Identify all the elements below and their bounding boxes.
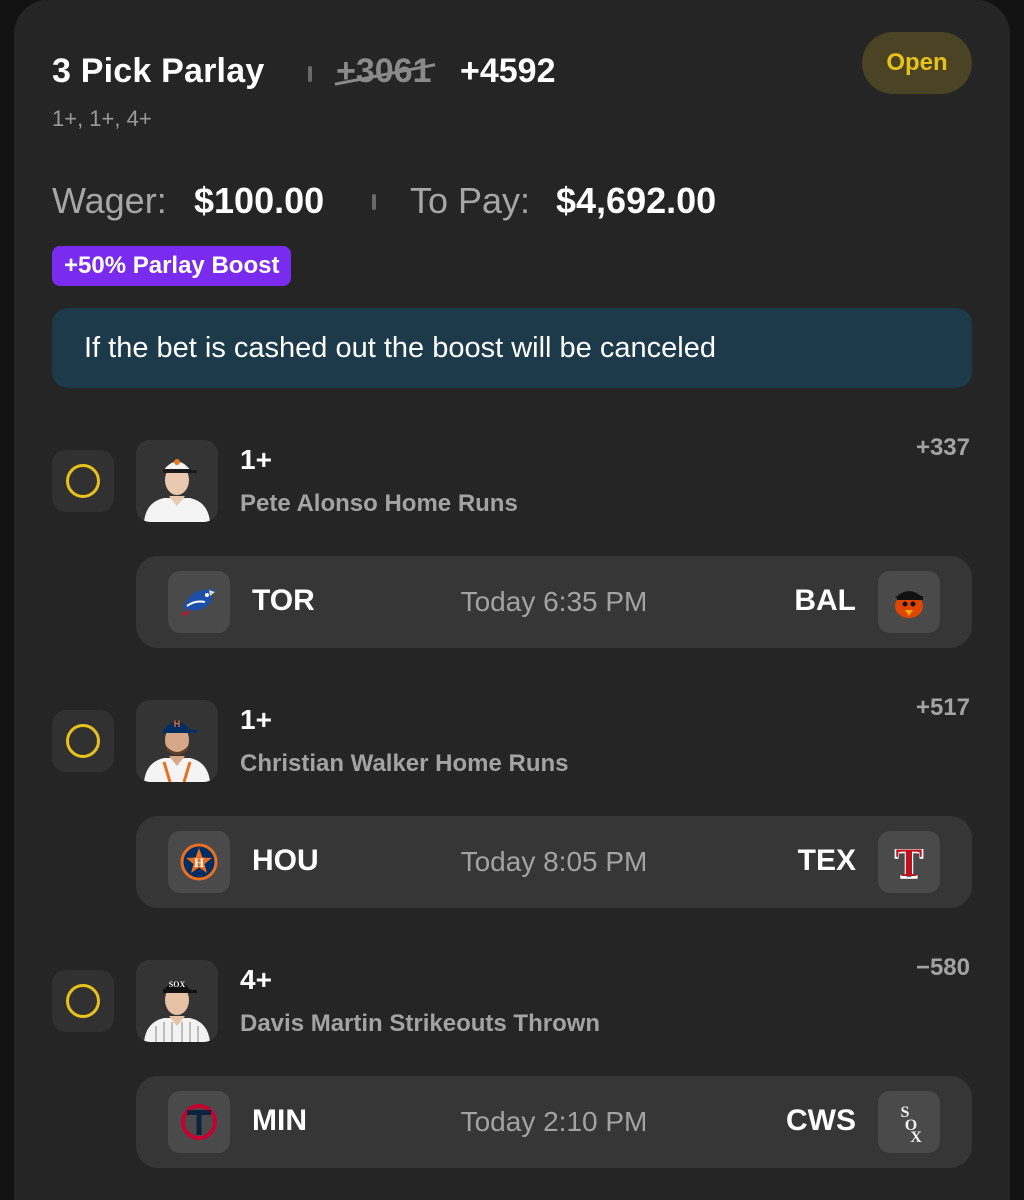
leg-line: 1+ [240, 444, 272, 475]
payout-amount: $4,692.00 [556, 180, 717, 221]
leg-odds: +517 [915, 694, 970, 721]
pending-status-icon [66, 464, 100, 498]
rangers-logo-icon: T T [878, 831, 940, 893]
cashout-notice: If the bet is cashed out the boost will … [52, 308, 972, 388]
status-badge: Open [862, 32, 972, 94]
title-divider [308, 66, 312, 82]
game-row[interactable]: H HOU Today 8:05 PM TEX T T [136, 816, 972, 908]
payout-label: To Pay: [410, 180, 531, 221]
home-team: BAL [794, 584, 856, 617]
parlay-leg[interactable]: 1+ Pete Alonso Home Runs +337 TOR Today … [14, 434, 1010, 670]
wager-amount: $100.00 [194, 180, 325, 221]
parlay-title: 3 Pick Parlay [52, 52, 265, 90]
svg-text:SOX: SOX [169, 980, 186, 989]
home-team: TEX [797, 844, 856, 877]
original-odds: +3061 [336, 52, 432, 90]
wager-label: Wager: [52, 180, 167, 221]
leg-status [52, 710, 114, 772]
parlay-lines-summary: 1+, 1+, 4+ [52, 106, 152, 131]
orioles-logo-icon [878, 571, 940, 633]
svg-text:T: T [896, 840, 923, 884]
pending-status-icon [66, 984, 100, 1018]
player-avatar: SOX [136, 960, 218, 1042]
svg-text:X: X [910, 1129, 922, 1144]
svg-text:H: H [174, 719, 181, 729]
game-row[interactable]: TOR Today 6:35 PM BAL [136, 556, 972, 648]
parlay-card: 3 Pick Parlay +3061 +4592 1+, 1+, 4+ Ope… [14, 0, 1010, 1200]
home-team: CWS [786, 1104, 856, 1137]
leg-market: Davis Martin Strikeouts Thrown [240, 1010, 601, 1037]
boosted-odds: +4592 [460, 52, 556, 90]
game-row[interactable]: MIN Today 2:10 PM CWS S O X [136, 1076, 972, 1168]
leg-odds: +337 [915, 434, 970, 461]
player-avatar [136, 440, 218, 522]
player-avatar: H [136, 700, 218, 782]
leg-odds: −580 [915, 954, 970, 981]
leg-line: 1+ [240, 704, 272, 735]
white-sox-logo-icon: S O X [878, 1091, 940, 1153]
parlay-leg[interactable]: SOX 4+ Davis Martin Strikeouts Thrown −5… [14, 954, 1010, 1190]
leg-market: Pete Alonso Home Runs [240, 490, 518, 517]
wager-divider [372, 194, 376, 210]
leg-market: Christian Walker Home Runs [240, 750, 569, 777]
leg-status [52, 450, 114, 512]
pending-status-icon [66, 724, 100, 758]
parlay-leg[interactable]: H 1+ Christian Walker Home Runs +517 H H… [14, 694, 1010, 930]
leg-status [52, 970, 114, 1032]
parlay-boost-badge: +50% Parlay Boost [52, 246, 292, 286]
leg-line: 4+ [240, 964, 272, 995]
